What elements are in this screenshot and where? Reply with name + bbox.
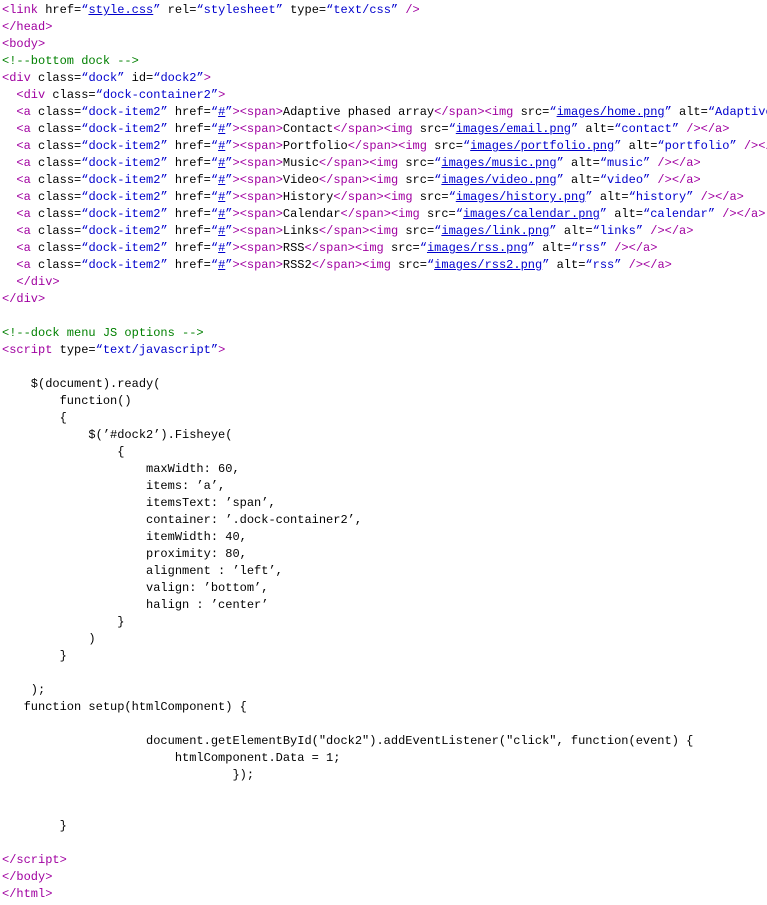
code-line: function() — [2, 394, 132, 408]
code-line: <a class=“dock-item2” href=“#”><span>Mus… — [2, 156, 701, 170]
code-line: </div> — [2, 275, 60, 289]
code-line: <a class=“dock-item2” href=“#”><span>Lin… — [2, 224, 693, 238]
code-line: } — [2, 615, 124, 629]
code-line: <div class=“dock-container2”> — [2, 88, 225, 102]
code-line: valign: ’bottom’, — [2, 581, 268, 595]
code-line: <!--dock menu JS options --> — [2, 326, 204, 340]
code-line: </body> — [2, 870, 52, 884]
code-line: itemWidth: 40, — [2, 530, 247, 544]
code-line: </div> — [2, 292, 45, 306]
code-line: <a class=“dock-item2” href=“#”><span>Vid… — [2, 173, 701, 187]
code-line: </head> — [2, 20, 52, 34]
code-line: { — [2, 411, 67, 425]
code-line: <script type=“text/javascript”> — [2, 343, 225, 357]
code-line: <div class=“dock” id=“dock2”> — [2, 71, 211, 85]
code-line: ); — [2, 683, 45, 697]
code-line: } — [2, 649, 67, 663]
code-line: container: ’.dock-container2’, — [2, 513, 362, 527]
code-line: $(document).ready( — [2, 377, 160, 391]
code-line: <link href=“style.css” rel=“stylesheet” … — [2, 3, 420, 17]
code-line: <a class=“dock-item2” href=“#”><span>Por… — [2, 139, 767, 153]
code-listing: <link href=“style.css” rel=“stylesheet” … — [2, 2, 767, 903]
code-line: proximity: 80, — [2, 547, 247, 561]
code-line: { — [2, 445, 124, 459]
code-line: <a class=“dock-item2” href=“#”><span>Ada… — [2, 105, 767, 119]
code-line: <body> — [2, 37, 45, 51]
code-line: <a class=“dock-item2” href=“#”><span>RSS… — [2, 241, 657, 255]
code-line: ) — [2, 632, 96, 646]
code-line: document.getElementById("dock2").addEven… — [2, 734, 693, 748]
code-line: <!--bottom dock --> — [2, 54, 139, 68]
code-line: alignment : ’left’, — [2, 564, 283, 578]
code-line: }); — [2, 768, 254, 782]
code-line: items: ’a’, — [2, 479, 225, 493]
code-line: <a class=“dock-item2” href=“#”><span>RSS… — [2, 258, 672, 272]
code-line: </script> — [2, 853, 67, 867]
code-line: <a class=“dock-item2” href=“#”><span>His… — [2, 190, 744, 204]
code-line: function setup(htmlComponent) { — [2, 700, 247, 714]
code-line: </html> — [2, 887, 52, 901]
code-line: htmlComponent.Data = 1; — [2, 751, 340, 765]
code-line: halign : ’center’ — [2, 598, 268, 612]
code-line: maxWidth: 60, — [2, 462, 240, 476]
code-line: itemsText: ’span’, — [2, 496, 276, 510]
code-line: $(’#dock2’).Fisheye( — [2, 428, 232, 442]
code-line: <a class=“dock-item2” href=“#”><span>Cal… — [2, 207, 765, 221]
code-line: } — [2, 819, 67, 833]
code-line: <a class=“dock-item2” href=“#”><span>Con… — [2, 122, 729, 136]
